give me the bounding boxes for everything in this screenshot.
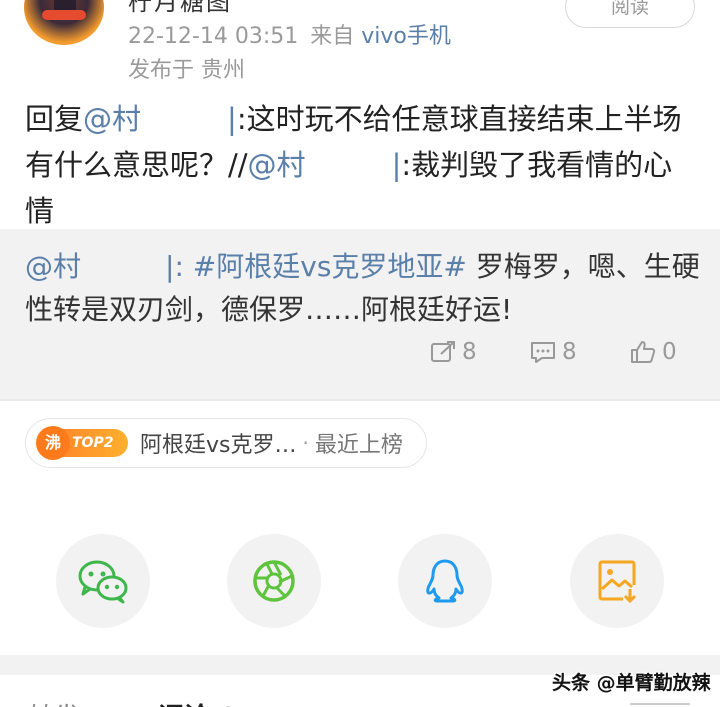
quoted-hashtag[interactable]: #阿根廷vs克罗地亚# (193, 250, 467, 283)
source-prefix: 来自 (310, 24, 362, 49)
moments-aperture-icon (253, 560, 295, 602)
reply-text: 回复@村 |:这时玩不给任意球直接结束上半场有什么意思呢？//@村 |:裁判毁了我看… (25, 96, 700, 234)
share-moments-button[interactable] (227, 534, 321, 628)
post-meta: 22-12-14 03:51 来自 vivo手机 (128, 18, 451, 50)
watermark: 头条 @单臂勤放辣 (552, 672, 711, 694)
post-time: 22-12-14 03:51 (128, 24, 299, 49)
topic-title: 阿根廷vs克罗… (140, 433, 297, 458)
quoted-colon: : (174, 250, 193, 283)
reply-mention-2[interactable]: @村 | (248, 148, 402, 182)
avatar[interactable] (24, 0, 104, 45)
repost-button[interactable]: 8 (430, 339, 477, 365)
tab-comments[interactable]: 评论 8 (158, 697, 237, 707)
comment-button[interactable]: 8 (530, 339, 577, 365)
divider (0, 399, 720, 401)
like-button[interactable]: 0 (630, 339, 677, 365)
quoted-text: @村 |: #阿根廷vs克罗地亚# 罗梅罗，嗯、生硬性转是双刃剑，德保罗……阿根廷… (25, 245, 700, 331)
hot-badge: 沸 (36, 426, 70, 460)
post-source[interactable]: vivo手机 (361, 24, 451, 49)
comment-icon (531, 342, 555, 363)
save-image-icon (598, 560, 637, 603)
topic-separator: · (302, 431, 309, 455)
like-count: 0 (662, 339, 677, 365)
quoted-post[interactable]: @村 |: #阿根廷vs克罗地亚# 罗梅罗，嗯、生硬性转是双刃剑，德保罗……阿根廷… (0, 229, 720, 399)
quoted-mention[interactable]: @村 | (25, 250, 174, 283)
topic-status: 最近上榜 (314, 433, 403, 458)
share-qq-button[interactable] (398, 534, 492, 628)
repost-count: 8 (462, 339, 477, 365)
reply-prefix: 回复 (25, 102, 84, 136)
comment-count: 8 (562, 339, 577, 365)
thumbs-up-icon (631, 341, 656, 363)
post-location: 发布于 贵州 (128, 58, 245, 83)
save-image-button[interactable] (570, 534, 664, 628)
hot-topic-pill[interactable]: 沸 TOP2 阿根廷vs克罗… · 最近上榜 (25, 418, 427, 468)
share-wechat-button[interactable] (56, 534, 150, 628)
username[interactable]: 柠月糖图 (128, 0, 232, 17)
wechat-icon (78, 560, 128, 604)
tab-indicator (630, 703, 690, 705)
reply-mention-1[interactable]: @村 | (83, 102, 237, 136)
repost-icon (431, 341, 455, 362)
rank-badge: TOP2 (62, 429, 128, 457)
qq-penguin-icon (426, 559, 464, 603)
tab-repost[interactable]: 转发 (28, 697, 80, 707)
read-count-button[interactable]: 阅读 (565, 0, 695, 28)
